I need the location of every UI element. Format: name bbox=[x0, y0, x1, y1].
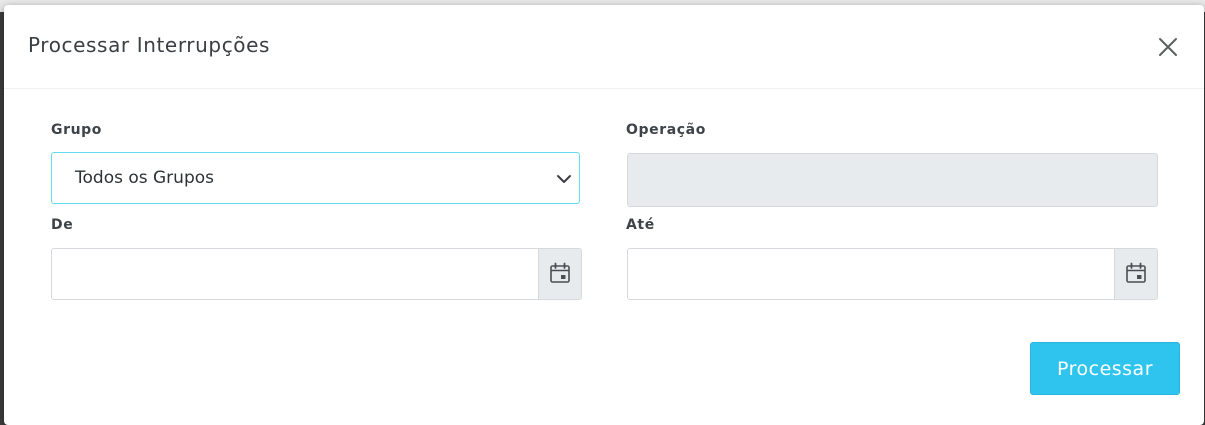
de-date-input[interactable] bbox=[52, 249, 539, 299]
grupo-select[interactable]: Todos os Grupos bbox=[51, 152, 580, 204]
de-date-group bbox=[51, 248, 582, 300]
de-calendar-button[interactable] bbox=[538, 249, 581, 299]
ate-date-input[interactable] bbox=[628, 249, 1115, 299]
grupo-label: Grupo bbox=[51, 122, 103, 138]
process-interruptions-modal: Processar Interrupções Grupo Todos os Gr… bbox=[4, 5, 1204, 425]
operacao-field bbox=[627, 153, 1158, 207]
de-label: De bbox=[51, 217, 74, 233]
chevron-down-icon bbox=[557, 175, 571, 183]
modal-title: Processar Interrupções bbox=[28, 33, 271, 57]
grupo-selected-value: Todos os Grupos bbox=[75, 168, 214, 188]
calendar-icon bbox=[550, 262, 570, 283]
close-icon[interactable] bbox=[1156, 35, 1180, 59]
ate-calendar-button[interactable] bbox=[1114, 249, 1157, 299]
ate-label: Até bbox=[626, 217, 655, 233]
processar-button[interactable]: Processar bbox=[1030, 342, 1180, 395]
modal-header: Processar Interrupções bbox=[4, 5, 1204, 89]
calendar-icon bbox=[1126, 262, 1146, 283]
operacao-label: Operação bbox=[626, 122, 706, 138]
ate-date-group bbox=[627, 248, 1158, 300]
